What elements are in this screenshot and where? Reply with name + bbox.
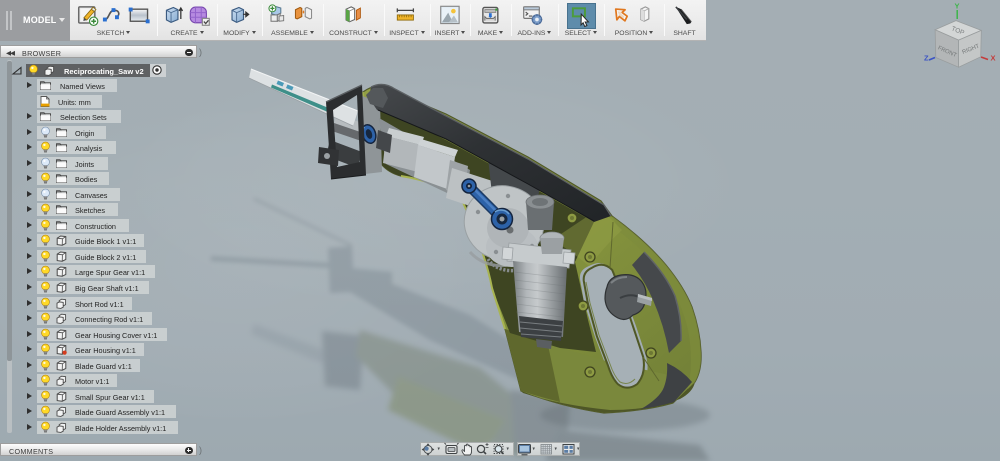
svg-text:Y: Y [955,2,960,11]
svg-text:Z: Z [924,54,929,63]
svg-text:X: X [991,54,996,63]
